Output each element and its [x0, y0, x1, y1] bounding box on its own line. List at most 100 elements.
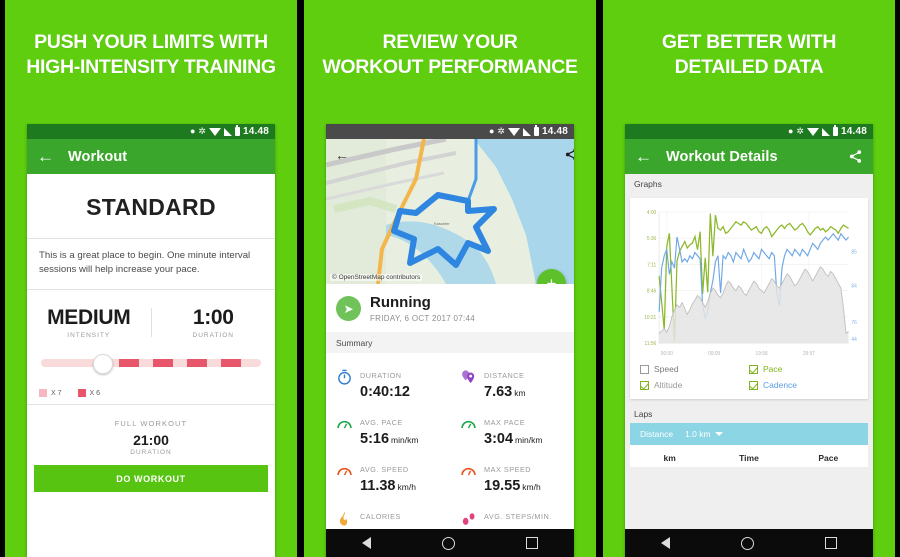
svg-text:00:00: 00:00 [661, 351, 673, 357]
back-arrow-icon[interactable]: ← [635, 148, 652, 165]
legend-label: X 7 [51, 389, 62, 397]
wifi-icon [806, 127, 819, 136]
legend-label: Speed [654, 364, 679, 374]
legend-item: X 6 [77, 389, 100, 397]
gauge-icon [460, 463, 477, 480]
map-back-icon[interactable]: ← [335, 147, 349, 163]
laps-filter-label: Distance [640, 429, 674, 439]
legend-item: X 7 [39, 389, 62, 397]
chevron-down-icon[interactable] [714, 432, 723, 436]
nav-back-icon[interactable] [660, 537, 670, 549]
map-attribution: © OpenStreetMap contributors [330, 274, 423, 281]
interval-segment [119, 359, 139, 367]
nav-home-icon[interactable] [441, 536, 455, 550]
summary-cell: MAX SPEED 19.55 km/h [450, 453, 574, 500]
svg-text:84: 84 [851, 283, 857, 289]
legend-swatch-dark [77, 389, 86, 397]
route-map[interactable]: Kasseler ← © OpenStreetMap contributors … [326, 139, 574, 284]
intensity-slider-wrap[interactable] [27, 345, 275, 379]
status-clock: 14.48 [840, 126, 867, 137]
android-nav-bar [326, 529, 574, 557]
checkbox-altitude[interactable] [640, 380, 649, 390]
laps-filter-dropdown[interactable]: 1.0 km [685, 429, 723, 439]
workout-name: STANDARD [86, 194, 216, 220]
nav-home-icon[interactable] [740, 536, 754, 550]
laps-column-time: Time [739, 453, 759, 463]
map-graphic: Kasseler [326, 139, 574, 284]
status-clock: 14.48 [242, 126, 269, 137]
summary-key: DISTANCE [484, 371, 525, 380]
summary-unit: min/km [515, 435, 543, 445]
app-bar-3: ← Workout Details [625, 139, 873, 174]
flame-icon [336, 510, 353, 527]
svg-text:44: 44 [851, 337, 857, 343]
chart-svg: 4:00 5:36 7:11 8:46 10:21 11:56 85 84 76 44 00:00 0… [644, 210, 857, 357]
bluetooth-icon: ✲ [796, 126, 804, 136]
duration-label: DURATION [192, 332, 234, 339]
screenshot-root: PUSH YOUR LIMITS WITH HIGH-INTENSITY TRA… [0, 0, 900, 557]
summary-grid: DURATION 0:40:12 DISTANCE 7.63 km AVG. PA… [326, 353, 574, 533]
slider-knob[interactable] [93, 354, 113, 374]
share-icon[interactable] [848, 149, 863, 164]
legend-item-speed[interactable]: Speed [640, 364, 749, 374]
headline-line-1: GET BETTER WITH [661, 31, 837, 53]
battery-icon [832, 125, 838, 136]
laps-header: Laps [634, 409, 653, 419]
checkbox-speed[interactable] [640, 364, 649, 374]
headline-line-2: DETAILED DATA [674, 56, 824, 78]
phone-mockup-3: ● ✲ 14.48 ← Workout Details Graphs 4:00 5… [625, 124, 873, 557]
activity-date: FRIDAY, 6 OCT 2017 07:44 [370, 314, 476, 323]
metrics-chart[interactable]: 4:00 5:36 7:11 8:46 10:21 11:56 85 84 76 44 00:00 0… [634, 204, 864, 359]
signal-icon [522, 127, 531, 136]
intensity-slider-track[interactable] [41, 354, 261, 374]
nav-recents-icon[interactable] [526, 537, 539, 549]
legend-item-pace[interactable]: Pace [749, 364, 858, 374]
legend-item-altitude[interactable]: Altitude [640, 380, 749, 390]
intensity-value: MEDIUM [47, 306, 131, 329]
back-arrow-icon[interactable]: ← [37, 148, 54, 165]
summary-cell: AVG. PACE 5:16 min/km [326, 406, 450, 453]
summary-value: 19.55 [484, 478, 521, 494]
wifi-icon [507, 127, 520, 136]
signal-icon [821, 127, 830, 136]
activity-name: Running [370, 294, 431, 311]
summary-key: MAX PACE [484, 418, 526, 427]
app-bar-1: ← Workout [27, 139, 275, 174]
svg-text:85: 85 [851, 249, 857, 255]
android-nav-bar [625, 529, 873, 557]
legend-label: Cadence [763, 380, 798, 390]
nav-recents-icon[interactable] [825, 537, 838, 549]
svg-text:19:58: 19:58 [756, 351, 768, 357]
app-bar-title: Workout [68, 148, 128, 165]
gauge-icon [460, 416, 477, 433]
summary-key: AVG. SPEED [360, 465, 409, 474]
do-workout-button[interactable]: DO WORKOUT [34, 465, 268, 492]
legend-item-cadence[interactable]: Cadence [749, 380, 858, 390]
duration-metric: 1:00 DURATION [152, 306, 276, 339]
summary-cell: DISTANCE 7.63 km [450, 359, 574, 406]
checkbox-pace[interactable] [749, 364, 758, 374]
summary-value: 3:04 [484, 431, 514, 447]
summary-key: DURATION [360, 371, 402, 380]
running-shoe-icon: ➤ [336, 296, 361, 321]
panel-2-headline: REVIEW YOUR WORKOUT PERFORMANCE [304, 0, 596, 80]
laps-filter-value: 1.0 km [685, 429, 711, 439]
headline-line-1: REVIEW YOUR [382, 31, 518, 53]
bluetooth-icon: ✲ [198, 126, 206, 136]
summary-key: AVG. STEPS/MIN. [484, 512, 552, 521]
battery-icon [533, 125, 539, 136]
gauge-icon [336, 463, 353, 480]
summary-key: AVG. PACE [360, 418, 403, 427]
svg-text:09:09: 09:09 [708, 351, 720, 357]
full-workout-unit: DURATION [130, 449, 172, 456]
laps-filter-bar[interactable]: Distance 1.0 km [630, 423, 868, 445]
promo-panel-2: REVIEW YOUR WORKOUT PERFORMANCE ● ✲ 14.4… [304, 0, 596, 557]
summary-cell: AVG. SPEED 11.38 km/h [326, 453, 450, 500]
steps-icon [460, 510, 477, 527]
svg-text:7:11: 7:11 [647, 262, 656, 268]
summary-unit: km/h [397, 482, 416, 492]
nav-back-icon[interactable] [361, 537, 371, 549]
checkbox-cadence[interactable] [749, 380, 758, 390]
summary-value: 0:40:12 [360, 384, 410, 400]
battery-icon [234, 125, 240, 136]
